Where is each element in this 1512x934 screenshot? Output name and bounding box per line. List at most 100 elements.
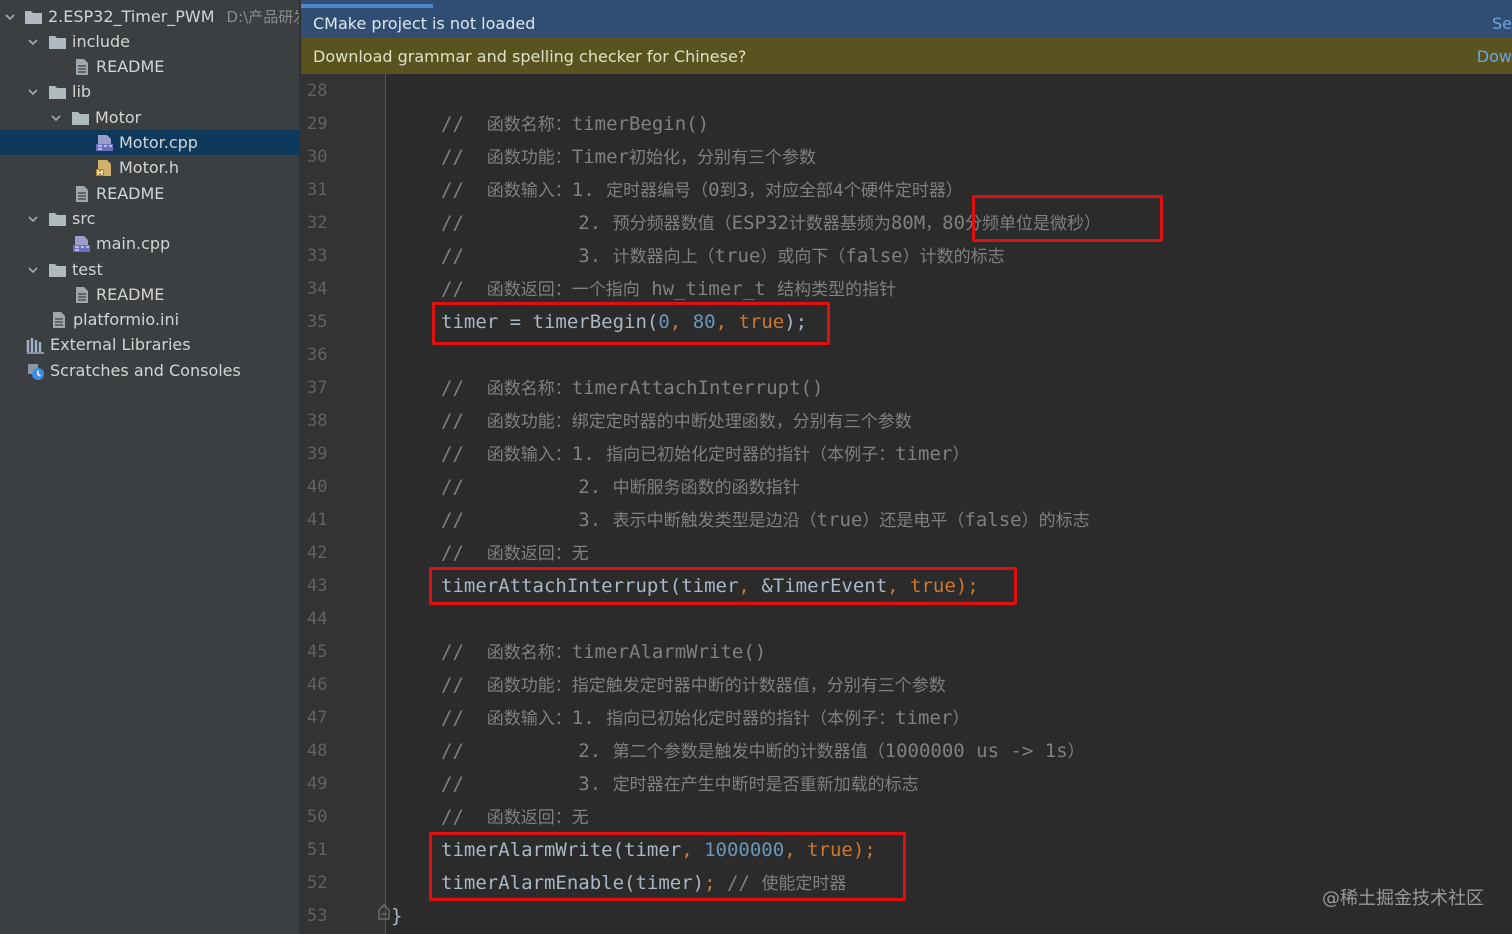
line-number: 52 <box>307 873 328 893</box>
comment-token: 函数功能： <box>486 148 572 168</box>
code-editor[interactable]: CMake project is not loaded Se Download … <box>301 0 1512 934</box>
tree-item-lib[interactable]: lib <box>0 79 300 104</box>
code-line-38[interactable]: // 函数功能：绑定定时器的中断处理函数，分别有三个参数 <box>441 405 912 438</box>
line-number: 38 <box>307 411 328 431</box>
comment-token: // <box>441 740 464 762</box>
comment-token: // <box>441 476 464 498</box>
tree-item-label: include <box>72 32 130 51</box>
comment-token: 1. <box>571 179 595 201</box>
comment-token: 计数器基频为 <box>788 214 891 234</box>
code-line-42[interactable]: // 函数返回：无 <box>441 537 589 570</box>
code-line-41[interactable]: // 3. 表示中断触发类型是边沿（true）还是电平（false）的标志 <box>441 504 1090 537</box>
active-tab-indicator <box>301 4 433 8</box>
tree-item-label: Motor.cpp <box>119 133 198 152</box>
cmake-banner-message: CMake project is not loaded <box>313 14 536 33</box>
line-number: 36 <box>307 345 328 365</box>
tree-item-motor-cpp[interactable]: Motor.cpp <box>0 130 300 155</box>
chevron-down-icon[interactable] <box>26 212 40 226</box>
tree-item-readme[interactable]: README <box>0 282 300 307</box>
code-line-45[interactable]: // 函数名称：timerAlarmWrite() <box>441 636 766 669</box>
comment-token: // <box>441 707 464 729</box>
tree-item-motor[interactable]: Motor <box>0 105 300 130</box>
comment-token: // <box>441 146 464 168</box>
tree-item-test[interactable]: test <box>0 257 300 282</box>
tree-item-readme[interactable]: README <box>0 54 300 79</box>
code-line-40[interactable]: // 2. 中断服务函数的函数指针 <box>441 471 800 504</box>
code-line-48[interactable]: // 2. 第二个参数是触发中断的计数器值（1000000 us -> 1s） <box>441 735 1085 768</box>
grammar-banner-message: Download grammar and spelling checker fo… <box>313 47 747 66</box>
tree-item-include[interactable]: include <box>0 29 300 54</box>
tree-item-external-libraries[interactable]: External Libraries <box>0 332 300 357</box>
code-line-49[interactable]: // 3. 定时器在产生中断时是否重新加载的标志 <box>441 768 919 801</box>
code-line-37[interactable]: // 函数名称：timerAttachInterrupt() <box>441 372 823 405</box>
comment-token: ）还是电平（ <box>862 511 965 531</box>
comment-token: 函数输入： <box>486 445 572 465</box>
code-line-47[interactable]: // 函数输入：1. 指向已初始化定时器的指针（本例子：timer） <box>441 702 969 735</box>
line-number: 45 <box>307 642 328 662</box>
comment-token: // <box>441 509 464 531</box>
tree-item-src[interactable]: src <box>0 206 300 231</box>
comment-token: 80 <box>942 212 966 234</box>
tree-item-main-cpp[interactable]: main.cpp <box>0 231 300 256</box>
code-line-31[interactable]: // 函数输入：1. 定时器编号（0到3，对应全部4个硬件定时器） <box>441 174 963 207</box>
comment-token: 1000000 us -> 1s <box>884 740 1068 762</box>
comment-token: true <box>816 509 863 531</box>
comment-token: 函数输入： <box>486 709 572 729</box>
h-file-icon <box>95 159 114 177</box>
code-line-33[interactable]: // 3. 计数器向上（true）或向下（false）计数的标志 <box>441 240 1005 273</box>
comment-token: 结构类型的指针 <box>777 280 897 300</box>
chevron-down-icon[interactable] <box>4 10 16 24</box>
comment-token: true <box>714 245 761 267</box>
code-line-50[interactable]: // 函数返回：无 <box>441 801 589 834</box>
tree-item-scratches[interactable]: Scratches and Consoles <box>0 358 300 383</box>
tree-item-label: test <box>72 260 103 279</box>
code-line-53[interactable]: } <box>391 900 402 933</box>
chevron-down-icon[interactable] <box>26 85 40 99</box>
comment-token: // <box>441 674 464 696</box>
comment-token: timerAttachInterrupt() <box>571 377 824 399</box>
comment-token: timerAlarmWrite() <box>571 641 767 663</box>
gutter-separator <box>385 74 386 934</box>
tree-item-label: src <box>72 209 96 228</box>
folder-icon <box>48 210 67 228</box>
line-number: 32 <box>307 213 328 233</box>
tree-item-label: README <box>96 57 165 76</box>
fold-marker-icon[interactable] <box>377 904 391 920</box>
comment-token: // <box>441 806 464 828</box>
chevron-down-icon[interactable] <box>49 111 63 125</box>
comment-token: // <box>441 113 464 135</box>
line-number: 39 <box>307 444 328 464</box>
comment-token: 第二个参数是触发中断的计数器值（ <box>612 742 885 762</box>
cpp-file-icon <box>95 134 114 152</box>
chevron-down-icon[interactable] <box>26 35 40 49</box>
tree-root[interactable]: 2.ESP32_Timer_PWM D:\产品研发\ <box>0 4 300 29</box>
comment-token: // <box>441 773 464 795</box>
code-line-46[interactable]: // 函数功能：指定触发定时器中断的计数器值，分别有三个参数 <box>441 669 946 702</box>
line-number: 37 <box>307 378 328 398</box>
code-line-39[interactable]: // 函数输入：1. 指向已初始化定时器的指针（本例子：timer） <box>441 438 969 471</box>
comment-token: 指向已初始化定时器的指针（本例子： <box>606 445 896 465</box>
grammar-banner-download-link[interactable]: Dow <box>1477 47 1512 66</box>
comment-token: 1. <box>571 443 595 465</box>
tree-root-label: 2.ESP32_Timer_PWM <box>48 7 215 26</box>
comment-token: 3. <box>578 509 602 531</box>
comment-token: hw_timer_t <box>651 278 766 300</box>
line-number: 41 <box>307 510 328 530</box>
tree-item-platformio-ini[interactable]: platformio.ini <box>0 307 300 332</box>
comment-token: ）或向下（ <box>760 247 846 267</box>
chevron-down-icon[interactable] <box>26 263 40 277</box>
line-number: 53 <box>307 906 328 926</box>
tree-item-readme[interactable]: README <box>0 181 300 206</box>
code-line-30[interactable]: // 函数功能：Timer初始化，分别有三个参数 <box>441 141 816 174</box>
comment-token: false <box>845 245 903 267</box>
comment-token: 2. <box>578 212 602 234</box>
text-file-icon <box>72 185 91 203</box>
code-line-29[interactable]: // 函数名称：timerBegin() <box>441 108 709 141</box>
comment-token: // <box>441 410 464 432</box>
cmake-banner-action-link[interactable]: Se <box>1492 14 1512 33</box>
comment-token: // <box>441 179 464 201</box>
tree-item-motor-h[interactable]: Motor.h <box>0 155 300 180</box>
comment-token: ）计数的标志 <box>902 247 1005 267</box>
comment-token: ）的标志 <box>1021 511 1090 531</box>
tree-item-label: External Libraries <box>50 335 191 354</box>
